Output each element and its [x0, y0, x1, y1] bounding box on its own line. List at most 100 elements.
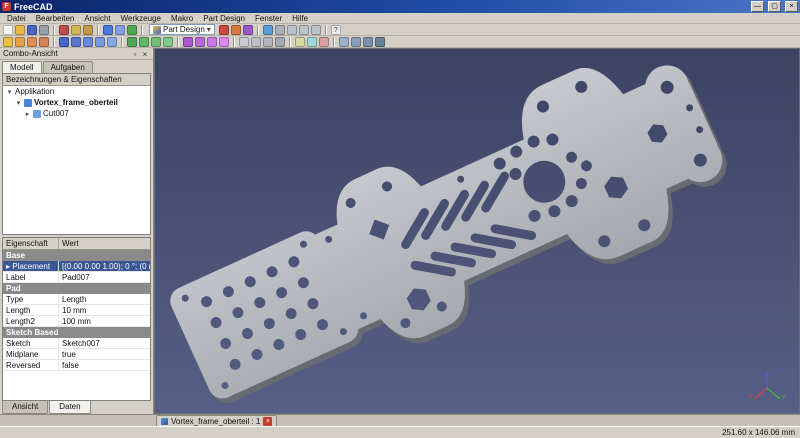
- property-group-pad[interactable]: Pad: [3, 283, 150, 294]
- caret-right-icon[interactable]: ▸: [24, 110, 31, 118]
- workbench-selector[interactable]: Part Design ▾: [149, 24, 215, 35]
- property-row-midplane[interactable]: Midplanetrue: [3, 349, 150, 360]
- property-name: Sketch: [3, 338, 59, 348]
- menu-fenster[interactable]: Fenster: [250, 14, 287, 23]
- draft-icon[interactable]: [151, 37, 161, 47]
- groove-icon[interactable]: [83, 37, 93, 47]
- copy-icon[interactable]: [71, 25, 81, 35]
- menu-werkzeuge[interactable]: Werkzeuge: [116, 14, 166, 23]
- partdesign-toolbar-group: [3, 37, 385, 47]
- toolbar-separator: [333, 37, 335, 47]
- zoom-in-icon[interactable]: [339, 37, 349, 47]
- menu-bearbeiten[interactable]: Bearbeiten: [31, 14, 80, 23]
- document-tab[interactable]: Vortex_frame_oberteil : 1 ×: [156, 415, 277, 426]
- toolbar-separator: [325, 25, 327, 35]
- property-row-sketch[interactable]: SketchSketch007: [3, 338, 150, 349]
- tree-item-applikation[interactable]: ▾Applikation: [3, 86, 150, 97]
- view-front-icon[interactable]: [287, 25, 297, 35]
- local-coordinate-system-icon[interactable]: [275, 37, 285, 47]
- workbench-icon: [153, 26, 161, 34]
- tab-ansicht[interactable]: Ansicht: [2, 401, 48, 414]
- property-group-base[interactable]: Base: [3, 250, 150, 261]
- tab-daten[interactable]: Daten: [49, 401, 90, 414]
- property-row-reversed[interactable]: Reversedfalse: [3, 360, 150, 371]
- open-file-icon[interactable]: [15, 25, 25, 35]
- file-toolbar: Part Design ▾ ?: [0, 24, 800, 36]
- combo-view-panel-header[interactable]: Combo-Ansicht ▫ ×: [0, 48, 153, 60]
- property-row-label[interactable]: LabelPad007: [3, 272, 150, 283]
- property-value: 100 mm: [59, 316, 150, 326]
- redo-icon[interactable]: [115, 25, 125, 35]
- tree-item-cut007[interactable]: ▸Cut007: [3, 108, 150, 119]
- menu-bar: DateiBearbeitenAnsichtWerkzeugeMakroPart…: [0, 13, 800, 24]
- model-vortex-frame[interactable]: [154, 48, 747, 414]
- save-icon[interactable]: [27, 25, 37, 35]
- mirrored-icon[interactable]: [183, 37, 193, 47]
- additive-loft-icon[interactable]: [27, 37, 37, 47]
- menu-part-design[interactable]: Part Design: [198, 14, 250, 23]
- view-isometric-icon[interactable]: [275, 25, 285, 35]
- polar-pattern-icon[interactable]: [207, 37, 217, 47]
- refresh-icon[interactable]: [127, 25, 137, 35]
- property-row-type[interactable]: TypeLength: [3, 294, 150, 305]
- pocket-icon[interactable]: [59, 37, 69, 47]
- datum-plane-icon[interactable]: [263, 37, 273, 47]
- clone-icon[interactable]: [307, 37, 317, 47]
- 3d-scene[interactable]: [154, 48, 800, 414]
- menu-datei[interactable]: Datei: [2, 14, 31, 23]
- tree-item-vortex-frame-oberteil[interactable]: ▾ Vortex_frame_oberteil: [3, 97, 150, 108]
- fillet-icon[interactable]: [127, 37, 137, 47]
- toolbar-separator: [53, 37, 55, 47]
- view-fit-icon[interactable]: [263, 25, 273, 35]
- tree-item-label: Vortex_frame_oberteil: [34, 98, 118, 107]
- thickness-icon[interactable]: [163, 37, 173, 47]
- sketch-create-icon[interactable]: [219, 25, 229, 35]
- multitransform-icon[interactable]: [219, 37, 229, 47]
- close-panel-icon[interactable]: ×: [140, 49, 150, 59]
- sketch-map-icon[interactable]: [243, 25, 253, 35]
- property-group-sketch-based[interactable]: Sketch Based: [3, 327, 150, 338]
- menu-ansicht[interactable]: Ansicht: [79, 14, 115, 23]
- caret-down-icon[interactable]: ▾: [6, 88, 13, 96]
- close-button[interactable]: ×: [785, 1, 798, 12]
- view-top-icon[interactable]: [299, 25, 309, 35]
- cut-icon[interactable]: [59, 25, 69, 35]
- revolution-icon[interactable]: [15, 37, 25, 47]
- sketch-edit-icon[interactable]: [231, 25, 241, 35]
- chamfer-icon[interactable]: [139, 37, 149, 47]
- float-panel-icon[interactable]: ▫: [130, 49, 140, 59]
- view-right-icon[interactable]: [311, 25, 321, 35]
- close-tab-icon[interactable]: ×: [263, 417, 272, 426]
- 3d-viewport[interactable]: z x y: [154, 48, 800, 414]
- undo-icon[interactable]: [103, 25, 113, 35]
- pan-view-icon[interactable]: [375, 37, 385, 47]
- caret-down-icon[interactable]: ▾: [15, 99, 22, 107]
- property-row-length[interactable]: Length10 mm: [3, 305, 150, 316]
- minimize-button[interactable]: —: [751, 1, 764, 12]
- datum-point-icon[interactable]: [239, 37, 249, 47]
- print-icon[interactable]: [39, 25, 49, 35]
- additive-pipe-icon[interactable]: [39, 37, 49, 47]
- subtractive-pipe-icon[interactable]: [107, 37, 117, 47]
- hole-icon[interactable]: [71, 37, 81, 47]
- property-row-placement[interactable]: ▸ Placement[(0.00 0.00 1.00); 0 °; (0 mm…: [3, 261, 150, 272]
- menu-hilfe[interactable]: Hilfe: [287, 14, 313, 23]
- partdesign-toolbar: [0, 36, 800, 48]
- zoom-out-icon[interactable]: [351, 37, 361, 47]
- subtractive-loft-icon[interactable]: [95, 37, 105, 47]
- pad-icon[interactable]: [3, 37, 13, 47]
- property-row-length2[interactable]: Length2100 mm: [3, 316, 150, 327]
- menu-makro[interactable]: Makro: [166, 14, 198, 23]
- new-document-icon[interactable]: [3, 25, 13, 35]
- shapebinder-icon[interactable]: [295, 37, 305, 47]
- tab-modell[interactable]: Modell: [2, 61, 42, 73]
- model-tree: Bezeichnungen & Eigenschaften ▾Applikati…: [2, 73, 151, 235]
- whats-this-icon[interactable]: ?: [331, 25, 341, 35]
- datum-line-icon[interactable]: [251, 37, 261, 47]
- tab-aufgaben[interactable]: Aufgaben: [43, 61, 93, 73]
- maximize-button[interactable]: ▢: [768, 1, 781, 12]
- paste-icon[interactable]: [83, 25, 93, 35]
- boolean-operation-icon[interactable]: [319, 37, 329, 47]
- linear-pattern-icon[interactable]: [195, 37, 205, 47]
- rotate-view-icon[interactable]: [363, 37, 373, 47]
